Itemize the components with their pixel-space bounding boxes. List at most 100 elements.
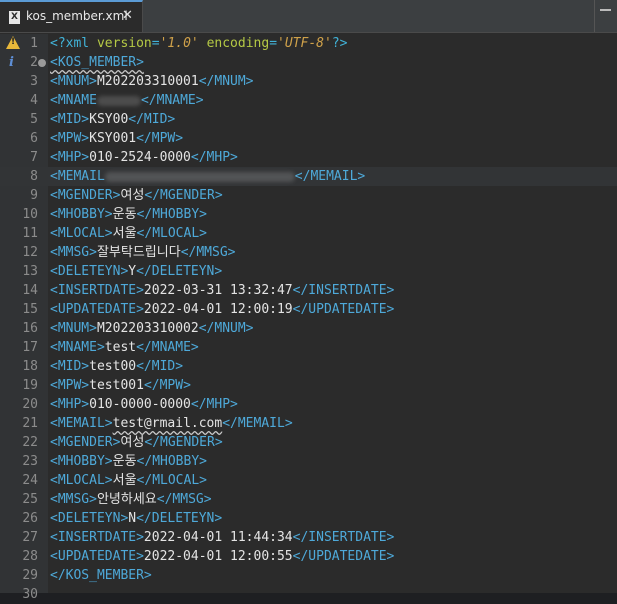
- code-text: <MLOCAL>서울</MLOCAL>: [50, 471, 207, 490]
- line-number: 28: [22, 549, 38, 564]
- xml-close-tag: </MPW>: [136, 131, 184, 146]
- code-line[interactable]: 15 <UPDATEDATE>2022-04-01 12:00:19</UPDAT…: [0, 300, 617, 319]
- xml-close-tag: </MHOBBY>: [136, 454, 207, 469]
- xml-open-tag: <MNUM>: [50, 74, 97, 89]
- code-text: <MMSG>안녕하세요</MMSG>: [50, 490, 212, 509]
- code-line[interactable]: 19 <MPW>test001</MPW>: [0, 376, 617, 395]
- code-text: <MHP>010-0000-0000</MHP>: [50, 395, 238, 414]
- code-line[interactable]: 1 <?xml version='1.0' encoding='UTF-8'?>: [0, 34, 617, 53]
- xml-text-value: 2022-04-01 12:00:19: [143, 302, 293, 317]
- code-line[interactable]: 6 <MPW>KSY001</MPW>: [0, 129, 617, 148]
- code-line[interactable]: 24 <MLOCAL>서울</MLOCAL>: [0, 471, 617, 490]
- code-text: <MNUM>M202203310001</MNUM>: [50, 72, 254, 91]
- xml-text-value: Y: [128, 264, 137, 279]
- code-text: <DELETEYN>N</DELETEYN>: [50, 509, 222, 528]
- code-editor[interactable]: i 1<?xml version='1.0' encoding='UTF-8'?…: [0, 34, 617, 602]
- xml-open-tag: <MID>: [50, 112, 90, 127]
- xml-equals: =: [151, 36, 160, 51]
- xml-open-tag: <MEMAIL>: [50, 416, 113, 431]
- xml-close-tag: </INSERTDATE>: [292, 530, 395, 545]
- code-line[interactable]: 5 <MID>KSY00</MID>: [0, 110, 617, 129]
- code-text: <MLOCAL>서울</MLOCAL>: [50, 224, 207, 243]
- code-line[interactable]: 25 <MMSG>안녕하세요</MMSG>: [0, 490, 617, 509]
- code-text: </KOS_MEMBER>: [50, 566, 152, 585]
- line-number: 26: [22, 511, 38, 526]
- xml-text-value: 운동: [112, 454, 137, 469]
- xml-close-tag: </MHOBBY>: [136, 207, 207, 222]
- code-line[interactable]: 28 <UPDATEDATE>2022-04-01 12:00:55</UPDAT…: [0, 547, 617, 566]
- code-line[interactable]: 14 <INSERTDATE>2022-03-31 13:32:47</INSER…: [0, 281, 617, 300]
- xml-text-value: 여성: [120, 188, 145, 203]
- line-number: 16: [22, 321, 38, 336]
- code-text: <?xml version='1.0' encoding='UTF-8'?>: [50, 34, 347, 53]
- code-line[interactable]: 23 <MHOBBY>운동</MHOBBY>: [0, 452, 617, 471]
- code-line[interactable]: 2 <KOS_MEMBER>: [0, 53, 617, 72]
- code-line[interactable]: 9 <MGENDER>여성</MGENDER>: [0, 186, 617, 205]
- xml-attr-value: '1.0': [159, 36, 199, 51]
- xml-open-tag: <MMSG>: [50, 492, 97, 507]
- xml-text-value: 010-2524-0000: [89, 150, 191, 165]
- code-line[interactable]: 12 <MMSG>잘부탁드립니다</MMSG>: [0, 243, 617, 262]
- minimize-button[interactable]: [594, 0, 617, 32]
- code-line[interactable]: 13 <DELETEYN>Y</DELETEYN>: [0, 262, 617, 281]
- xml-close-tag: </MNUM>: [198, 74, 254, 89]
- redacted-value: [96, 95, 141, 106]
- code-text: <MID>test00</MID>: [50, 357, 183, 376]
- xml-open-tag: <MNAME>: [50, 340, 105, 355]
- code-text: <UPDATEDATE>2022-04-01 12:00:55</UPDATED…: [50, 547, 394, 566]
- xml-open-tag: <INSERTDATE>: [50, 283, 144, 298]
- xml-open-tag: <KOS_MEMBER>: [50, 55, 144, 70]
- code-text: <MHOBBY>운동</MHOBBY>: [50, 205, 207, 224]
- code-text: <MGENDER>여성</MGENDER>: [50, 433, 223, 452]
- xml-close-tag: </MGENDER>: [144, 435, 223, 450]
- minimize-icon: [600, 9, 611, 17]
- code-line[interactable]: 17 <MNAME>test</MNAME>: [0, 338, 617, 357]
- tab-kos-member-xml[interactable]: X kos_member.xml ✕: [0, 0, 143, 32]
- code-line[interactable]: 29 </KOS_MEMBER>: [0, 566, 617, 585]
- xml-close-tag: </DELETEYN>: [136, 264, 223, 279]
- line-number: 22: [22, 435, 38, 450]
- code-text: <MEMAIL>test@rmail.com</MEMAIL>: [50, 414, 293, 433]
- xml-close-tag: </MNAME>: [136, 340, 199, 355]
- code-text: <KOS_MEMBER>: [50, 53, 144, 72]
- code-lines: 1 <?xml version='1.0' encoding='UTF-8'?> 2…: [0, 34, 617, 604]
- code-line[interactable]: 10 <MHOBBY>운동</MHOBBY>: [0, 205, 617, 224]
- code-line[interactable]: 18 <MID>test00</MID>: [0, 357, 617, 376]
- xml-close-tag: </MNAME>: [140, 93, 204, 108]
- xml-close-tag: </DELETEYN>: [136, 511, 223, 526]
- xml-open-tag: <MEMAIL: [50, 169, 105, 184]
- code-line[interactable]: 27 <INSERTDATE>2022-04-01 11:44:34</INSER…: [0, 528, 617, 547]
- code-line[interactable]: 20 <MHP>010-0000-0000</MHP>: [0, 395, 617, 414]
- code-line[interactable]: 26 <DELETEYN>N</DELETEYN>: [0, 509, 617, 528]
- xml-open-tag: <DELETEYN>: [50, 511, 129, 526]
- code-line[interactable]: 22 <MGENDER>여성</MGENDER>: [0, 433, 617, 452]
- xml-open-tag: </KOS_MEMBER>: [50, 568, 152, 583]
- close-icon[interactable]: ✕: [122, 8, 133, 23]
- code-line[interactable]: 8 <MEMAIL </MEMAIL>: [0, 167, 617, 186]
- code-line[interactable]: 7 <MHP>010-2524-0000</MHP>: [0, 148, 617, 167]
- xml-close-tag: </MMSG>: [180, 245, 236, 260]
- xml-close-tag: </UPDATEDATE>: [292, 302, 395, 317]
- code-text: <MNAME </MNAME>: [50, 91, 204, 110]
- xml-open-tag: <MGENDER>: [50, 188, 121, 203]
- line-number: 25: [22, 492, 38, 507]
- code-text: <MMSG>잘부탁드립니다</MMSG>: [50, 243, 236, 262]
- code-line[interactable]: 16 <MNUM>M202203310002</MNUM>: [0, 319, 617, 338]
- code-line[interactable]: 21 <MEMAIL>test@rmail.com</MEMAIL>: [0, 414, 617, 433]
- xml-text-value: test00: [89, 359, 137, 374]
- code-line[interactable]: 11 <MLOCAL>서울</MLOCAL>: [0, 224, 617, 243]
- code-line[interactable]: 4 <MNAME </MNAME>: [0, 91, 617, 110]
- line-number: 4: [30, 93, 38, 108]
- code-text: <MNUM>M202203310002</MNUM>: [50, 319, 254, 338]
- xml-text-value: 서울: [112, 226, 137, 241]
- xml-close-tag: </MHP>: [190, 397, 238, 412]
- line-number: 14: [22, 283, 38, 298]
- line-number: 8: [30, 169, 38, 184]
- code-line[interactable]: 30: [0, 585, 617, 604]
- line-number: 3: [30, 74, 38, 89]
- xml-open-tag: <MHP>: [50, 150, 90, 165]
- line-number: 20: [22, 397, 38, 412]
- xml-text-value: KSY00: [89, 112, 129, 127]
- code-line[interactable]: 3 <MNUM>M202203310001</MNUM>: [0, 72, 617, 91]
- line-number: 7: [30, 150, 38, 165]
